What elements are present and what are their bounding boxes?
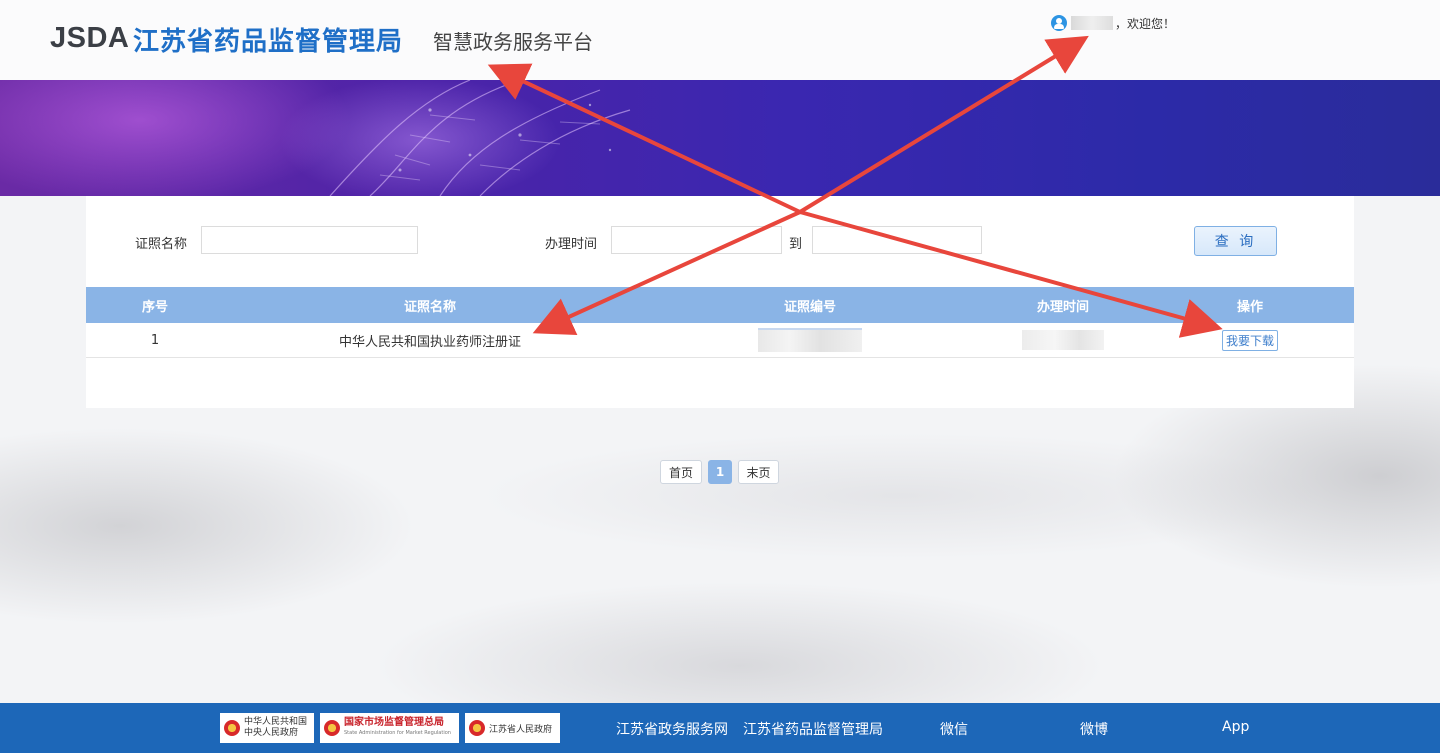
row-index: 1: [150, 332, 160, 348]
col-index: 序号: [141, 299, 168, 315]
dna-graphic: [329, 80, 631, 196]
user-name-redacted: [1071, 16, 1113, 30]
col-process-time: 办理时间: [1036, 299, 1089, 315]
time-to-input[interactable]: [812, 226, 982, 254]
process-time-label: 办理时间: [545, 237, 598, 252]
logo-text-line: 中华人民共和国: [244, 717, 308, 727]
row-process-time-redacted: [984, 323, 1142, 357]
last-page-button[interactable]: 末页: [738, 460, 779, 484]
national-emblem-icon: [324, 720, 340, 736]
logo-text-line: 国家市场监督管理总局: [344, 717, 444, 728]
to-label: 到: [789, 237, 803, 252]
platform-title: 智慧政务服务平台: [433, 30, 593, 54]
national-emblem-icon: [224, 720, 240, 736]
cert-name-label: 证照名称: [135, 237, 188, 252]
table-header: 序号 证照名称 证照编号 办理时间 操作: [86, 287, 1354, 323]
hero-banner: [0, 80, 1440, 196]
logo-text-line: State Administration for Market Regulati…: [344, 730, 451, 736]
national-emblem-icon: [469, 720, 485, 736]
row-action: 我要下载: [1142, 323, 1358, 357]
logo-text-line: 中央人民政府: [244, 728, 299, 738]
col-cert-number: 证照编号: [783, 299, 836, 315]
first-page-button[interactable]: 首页: [660, 460, 702, 484]
query-button[interactable]: 查 询: [1194, 226, 1277, 256]
footer-link-jszwfw[interactable]: 江苏省政务服务网: [616, 719, 728, 739]
logo-agency-name[interactable]: 江苏省药品监督管理局: [133, 21, 403, 58]
samr-logo[interactable]: 国家市场监督管理总局 State Administration for Mark…: [320, 713, 459, 743]
page-1-button[interactable]: 1: [708, 460, 732, 484]
logo-text-line: 江苏省人民政府: [489, 724, 553, 735]
col-action: 操作: [1236, 299, 1263, 315]
welcome-text: ，欢迎您！: [1115, 16, 1176, 31]
user-icon: [1051, 15, 1067, 31]
time-from-input[interactable]: [611, 226, 782, 254]
cert-name-input[interactable]: [201, 226, 418, 254]
main-panel: 证照名称 办理时间 到 查 询 序号 证照名称 证照编号 办理时间 操作 1 中…: [86, 196, 1354, 408]
footer-link-wechat[interactable]: 微信: [940, 719, 968, 739]
site-header: JSDA 江苏省药品监督管理局 智慧政务服务平台 ，欢迎您！: [0, 0, 1440, 80]
central-gov-logo[interactable]: 中华人民共和国 中央人民政府: [220, 713, 314, 743]
download-button[interactable]: 我要下载: [1221, 329, 1278, 351]
user-welcome[interactable]: ，欢迎您！: [1051, 14, 1175, 32]
logo-jsda[interactable]: JSDA: [50, 22, 129, 55]
row-cert-number-redacted: [636, 323, 984, 357]
footer-link-app[interactable]: App: [1222, 719, 1249, 735]
footer-link-weibo[interactable]: 微博: [1080, 719, 1108, 739]
row-cert-name: 中华人民共和国执业药师注册证: [338, 334, 521, 350]
pagination: 首页 1 末页: [660, 460, 779, 484]
site-footer: 中华人民共和国 中央人民政府 国家市场监督管理总局 State Administ…: [0, 703, 1440, 753]
jiangsu-gov-logo[interactable]: 江苏省人民政府: [465, 713, 560, 743]
col-cert-name: 证照名称: [403, 299, 456, 315]
footer-link-jsda[interactable]: 江苏省药品监督管理局: [743, 719, 883, 739]
table-row: 1 中华人民共和国执业药师注册证 我要下载: [86, 323, 1354, 358]
